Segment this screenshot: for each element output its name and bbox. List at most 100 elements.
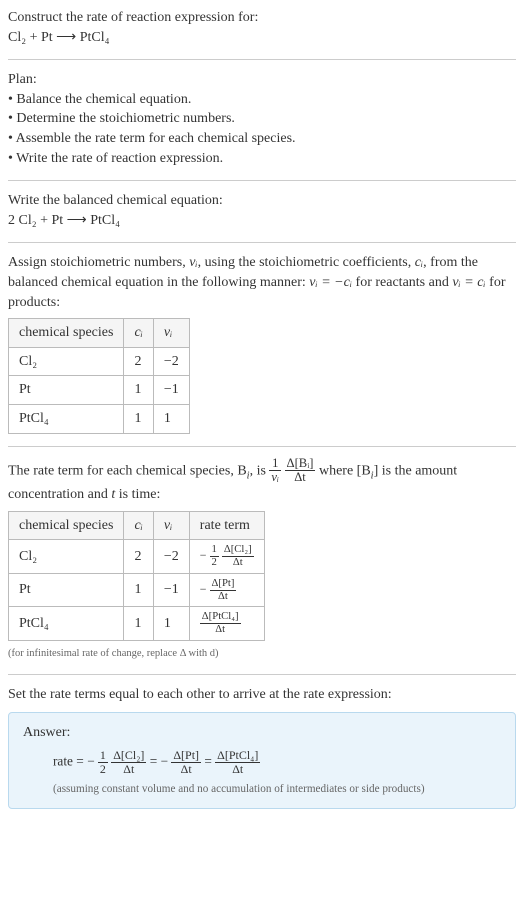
rate-term-text: where [B — [319, 463, 371, 478]
table-header: rate term — [189, 511, 264, 540]
plan-item-text: Balance the chemical equation. — [16, 92, 191, 107]
fraction: Δ[Pt]Δt — [171, 749, 201, 776]
table-cell: 1 — [124, 607, 153, 641]
table-row: PtCl₄ 1 1 Δ[PtCl₄]Δt — [9, 607, 265, 641]
rate-prefix: rate = − — [53, 754, 95, 769]
frac-num: 1 — [269, 457, 281, 472]
rate-term-text: , is — [250, 463, 270, 478]
table-cell: − Δ[Pt]Δt — [189, 573, 264, 607]
table-header: νᵢ — [153, 319, 189, 348]
plan-item-text: Determine the stoichiometric numbers. — [16, 111, 235, 126]
frac-den: Δt — [171, 763, 201, 776]
table-cell: 1 — [124, 573, 153, 607]
frac-den: Δt — [222, 557, 254, 569]
fraction: Δ[PtCl₄]Δt — [215, 749, 260, 776]
table-row: PtCl₄ 1 1 — [9, 404, 190, 433]
minus-sign: − — [200, 548, 207, 562]
divider — [8, 446, 516, 447]
table-header: cᵢ — [124, 319, 153, 348]
frac-num: Δ[Bᵢ] — [285, 457, 316, 472]
divider — [8, 180, 516, 181]
table-cell: −2 — [153, 347, 189, 376]
intro-section: Construct the rate of reaction expressio… — [8, 8, 516, 47]
assign-text: Assign stoichiometric numbers, — [8, 255, 189, 270]
table-cell: 2 — [124, 540, 153, 574]
answer-rate-expression: rate = − 12 Δ[Cl₂]Δt = − Δ[Pt]Δt = Δ[PtC… — [53, 749, 501, 776]
answer-box: Answer: rate = − 12 Δ[Cl₂]Δt = − Δ[Pt]Δt… — [8, 712, 516, 809]
frac-den: Δt — [210, 591, 237, 603]
table-cell: 1 — [124, 376, 153, 405]
plan-item: • Determine the stoichiometric numbers. — [8, 109, 516, 129]
table-cell: Δ[PtCl₄]Δt — [189, 607, 264, 641]
table-cell: −2 — [153, 540, 189, 574]
fraction: 12 — [98, 749, 108, 776]
c-i: cᵢ — [415, 255, 423, 270]
frac-den: 2 — [98, 763, 108, 776]
eq-prod: νᵢ = cᵢ — [452, 275, 485, 290]
plan-item: • Assemble the rate term for each chemic… — [8, 129, 516, 149]
table-header-text: cᵢ — [134, 518, 142, 533]
divider — [8, 674, 516, 675]
table-header: chemical species — [9, 511, 124, 540]
balanced-equation: 2 Cl₂ + Pt ⟶ PtCl₄ — [8, 211, 516, 231]
table-cell: − 12 Δ[Cl₂]Δt — [189, 540, 264, 574]
table-cell: −1 — [153, 376, 189, 405]
table-header: νᵢ — [153, 511, 189, 540]
rate-table: chemical species cᵢ νᵢ rate term Cl₂ 2 −… — [8, 511, 265, 641]
plan-section: Plan: • Balance the chemical equation. •… — [8, 70, 516, 168]
table-cell: −1 — [153, 573, 189, 607]
set-equal-text: Set the rate terms equal to each other t… — [8, 685, 516, 705]
table-cell: Pt — [9, 573, 124, 607]
table-cell: 2 — [124, 347, 153, 376]
assign-text: , using the stoichiometric coefficients, — [198, 255, 415, 270]
answer-label: Answer: — [23, 723, 501, 743]
table-header: chemical species — [9, 319, 124, 348]
frac-den: Δt — [285, 471, 316, 485]
plan-heading: Plan: — [8, 70, 516, 90]
eq-react: νᵢ = −cᵢ — [309, 275, 352, 290]
fraction: Δ[Bᵢ]Δt — [285, 457, 316, 486]
table-header: cᵢ — [124, 511, 153, 540]
table-row: Cl₂ 2 −2 — [9, 347, 190, 376]
frac-num: Δ[Pt] — [210, 578, 237, 591]
fraction: Δ[Cl₂]Δt — [111, 749, 146, 776]
frac-num: 1 — [98, 749, 108, 763]
rate-term-text: The rate term for each chemical species,… — [8, 463, 247, 478]
fraction: 1νᵢ — [269, 457, 281, 486]
equals-sign: = — [204, 754, 215, 769]
frac-den: Δt — [215, 763, 260, 776]
table-row: Pt 1 −1 − Δ[Pt]Δt — [9, 573, 265, 607]
table-cell: 1 — [124, 404, 153, 433]
fraction: Δ[Pt]Δt — [210, 578, 237, 603]
equals-sign: = − — [150, 754, 168, 769]
assign-text: for reactants and — [352, 275, 452, 290]
minus-sign: − — [200, 582, 207, 596]
table-header-row: chemical species cᵢ νᵢ — [9, 319, 190, 348]
plan-item: • Balance the chemical equation. — [8, 90, 516, 110]
set-equal-section: Set the rate terms equal to each other t… — [8, 685, 516, 809]
table-header-row: chemical species cᵢ νᵢ rate term — [9, 511, 265, 540]
table-cell: PtCl₄ — [9, 404, 124, 433]
table-header-text: cᵢ — [134, 325, 142, 340]
frac-den: Δt — [111, 763, 146, 776]
frac-den: Δt — [200, 624, 241, 636]
plan-item-text: Assemble the rate term for each chemical… — [16, 131, 296, 146]
table-header-text: νᵢ — [164, 325, 172, 340]
plan-item: • Write the rate of reaction expression. — [8, 149, 516, 169]
table-header-text: νᵢ — [164, 518, 172, 533]
table-row: Cl₂ 2 −2 − 12 Δ[Cl₂]Δt — [9, 540, 265, 574]
table-cell: Pt — [9, 376, 124, 405]
fraction: Δ[Cl₂]Δt — [222, 544, 254, 569]
intro-prompt: Construct the rate of reaction expressio… — [8, 8, 516, 28]
rate-term-text: is time: — [115, 487, 160, 502]
frac-num: Δ[Cl₂] — [111, 749, 146, 763]
fraction: 12 — [210, 544, 219, 569]
stoich-table: chemical species cᵢ νᵢ Cl₂ 2 −2 Pt 1 −1 … — [8, 318, 190, 433]
table-cell: PtCl₄ — [9, 607, 124, 641]
divider — [8, 242, 516, 243]
table-cell: 1 — [153, 404, 189, 433]
intro-equation: Cl₂ + Pt ⟶ PtCl₄ — [8, 28, 516, 48]
frac-num: Δ[Pt] — [171, 749, 201, 763]
assign-section: Assign stoichiometric numbers, νᵢ , using… — [8, 253, 516, 433]
divider — [8, 59, 516, 60]
